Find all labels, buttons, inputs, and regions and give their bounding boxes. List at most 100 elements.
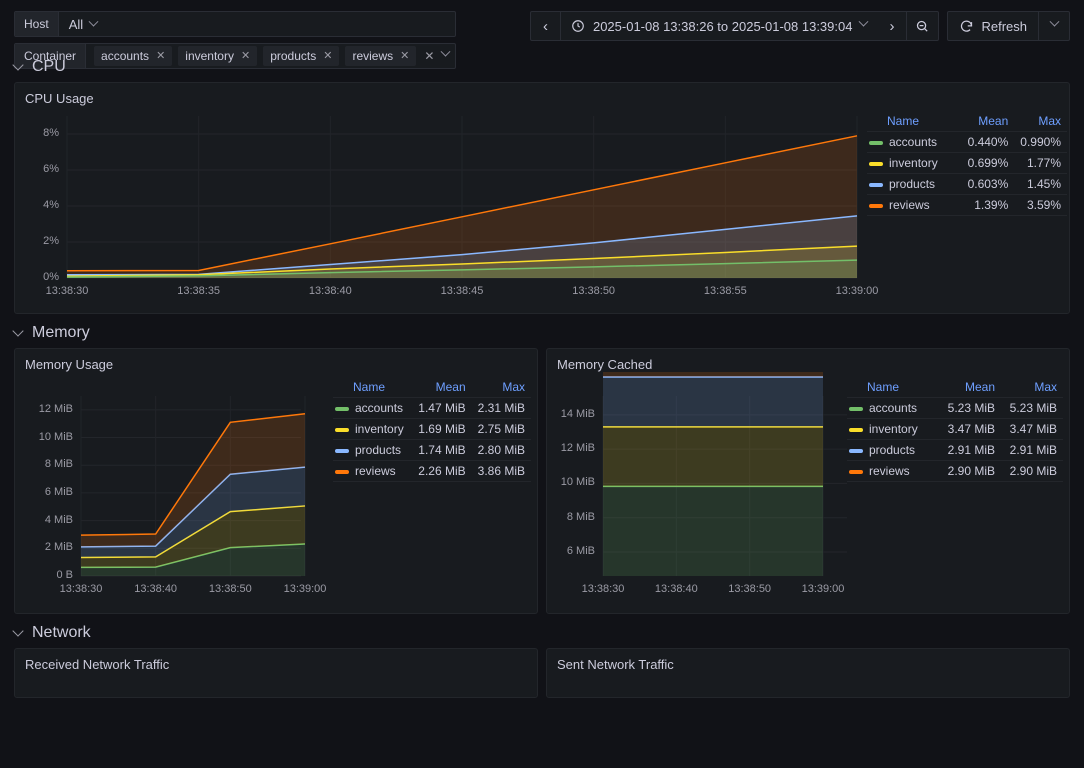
remove-icon[interactable]: ✕	[241, 50, 250, 62]
y-axis-tick-label: 8 MiB	[566, 510, 595, 523]
container-pill-label: products	[270, 49, 317, 63]
legend-color-swatch	[849, 406, 863, 411]
legend-series-name[interactable]: products	[867, 173, 959, 195]
legend-max-value: 2.75 MiB	[471, 418, 531, 440]
legend-header-max[interactable]: Max	[1001, 377, 1063, 398]
legend-row[interactable]: reviews 2.26 MiB 3.86 MiB	[333, 460, 531, 482]
legend-series-name[interactable]: inventory	[333, 418, 413, 440]
host-variable-value[interactable]: All	[59, 12, 105, 36]
host-variable-picker[interactable]: Host All	[14, 11, 457, 37]
legend-series-name[interactable]: reviews	[333, 460, 413, 482]
legend-series-name[interactable]: products	[333, 439, 413, 461]
time-range-text: 2025-01-08 13:38:26 to 2025-01-08 13:39:…	[592, 18, 853, 34]
x-axis-tick-label: 13:39:00	[801, 583, 845, 595]
memory-cached-legend[interactable]: Name Mean Max accounts 5.23 MiB 5.23 MiB inven…	[847, 377, 1063, 482]
dashboard-toolbar: Host All Container accounts ✕ inventory …	[0, 0, 1084, 69]
chevron-down-icon[interactable]	[440, 46, 451, 57]
memory-usage-legend[interactable]: Name Mean Max accounts 1.47 MiB 2.31 MiB inven…	[333, 377, 531, 482]
refresh-icon	[961, 20, 973, 32]
legend-row[interactable]: inventory 3.47 MiB 3.47 MiB	[847, 418, 1063, 440]
container-pill-products[interactable]: products ✕	[263, 46, 340, 66]
y-axis-tick-label: 12 MiB	[38, 402, 73, 415]
chevron-down-icon	[88, 16, 99, 27]
legend-header-name[interactable]: Name	[847, 377, 939, 398]
time-range-button[interactable]: 2025-01-08 13:38:26 to 2025-01-08 13:39:…	[561, 12, 878, 40]
legend-row[interactable]: reviews 2.90 MiB 2.90 MiB	[847, 460, 1063, 482]
legend-series-name[interactable]: accounts	[847, 397, 939, 419]
zoom-out-time-button[interactable]	[907, 12, 938, 40]
legend-mean-value: 0.440%	[958, 131, 1015, 153]
refresh-interval-dropdown[interactable]	[1039, 12, 1069, 40]
legend-mean-value: 1.74 MiB	[412, 439, 472, 461]
x-axis-tick-label: 13:38:35	[177, 285, 221, 297]
legend-row[interactable]: products 1.74 MiB 2.80 MiB	[333, 439, 531, 461]
container-pill-reviews[interactable]: reviews ✕	[345, 46, 417, 66]
panel-memory-usage: Memory Usage 0 B 2 MiB 4 MiB 6 MiB 8 MiB 10 M…	[14, 348, 538, 614]
legend-mean-value: 5.23 MiB	[939, 397, 1001, 419]
legend-header-mean[interactable]: Mean	[412, 377, 472, 398]
legend-row[interactable]: products 2.91 MiB 2.91 MiB	[847, 439, 1063, 461]
legend-header-mean[interactable]: Mean	[939, 377, 1001, 398]
x-axis-tick-label: 13:38:40	[134, 583, 178, 595]
legend-color-swatch	[869, 161, 883, 166]
legend-row[interactable]: accounts 5.23 MiB 5.23 MiB	[847, 397, 1063, 419]
legend-header-max[interactable]: Max	[1014, 111, 1067, 132]
time-shift-forward-button[interactable]: ›	[877, 12, 908, 40]
time-shift-back-button[interactable]: ‹	[531, 12, 561, 40]
legend-series-name[interactable]: accounts	[867, 131, 959, 153]
panel-sent-network-traffic: Sent Network Traffic	[546, 648, 1070, 698]
legend-row[interactable]: reviews 1.39% 3.59%	[867, 194, 1067, 216]
remove-icon[interactable]: ✕	[323, 50, 332, 62]
legend-row[interactable]: accounts 1.47 MiB 2.31 MiB	[333, 397, 531, 419]
legend-row[interactable]: products 0.603% 1.45%	[867, 173, 1067, 195]
container-pill-accounts[interactable]: accounts ✕	[94, 46, 173, 66]
panel-row-network: Received Network Traffic Sent Network Tr…	[0, 648, 1084, 698]
refresh-label: Refresh	[981, 18, 1027, 34]
container-pill-inventory[interactable]: inventory ✕	[178, 46, 258, 66]
legend-mean-value: 0.603%	[958, 173, 1015, 195]
refresh-button[interactable]: Refresh	[948, 12, 1039, 40]
legend-series-name[interactable]: reviews	[867, 194, 959, 216]
remove-icon[interactable]: ✕	[156, 50, 165, 62]
legend-row[interactable]: inventory 0.699% 1.77%	[867, 152, 1067, 174]
remove-icon[interactable]: ✕	[400, 50, 409, 62]
legend-header-mean[interactable]: Mean	[958, 111, 1015, 132]
legend-max-value: 1.77%	[1014, 152, 1067, 174]
x-axis-tick-label: 13:38:50	[208, 583, 252, 595]
legend-series-name[interactable]: inventory	[847, 418, 939, 440]
legend-header-name[interactable]: Name	[867, 111, 959, 132]
legend-series-name[interactable]: accounts	[333, 397, 413, 419]
legend-row[interactable]: inventory 1.69 MiB 2.75 MiB	[333, 418, 531, 440]
legend-max-value: 2.90 MiB	[1001, 460, 1063, 482]
y-axis-tick-label: 0%	[43, 271, 59, 283]
x-axis-tick-label: 13:39:00	[283, 583, 327, 595]
legend-color-swatch	[335, 406, 349, 411]
legend-mean-value: 1.39%	[958, 194, 1015, 216]
panel-title-memory-usage: Memory Usage	[25, 357, 114, 372]
legend-header-max[interactable]: Max	[471, 377, 531, 398]
legend-series-name[interactable]: inventory	[867, 152, 959, 174]
refresh-control[interactable]: Refresh	[947, 11, 1070, 41]
chevron-down-icon	[12, 325, 24, 337]
y-axis-tick-label: 14 MiB	[560, 407, 595, 420]
x-axis-tick-label: 13:38:40	[308, 285, 352, 297]
panel-row-cpu: CPU Usage 0% 2% 4% 6% 8% 13:38:30 13:38:35 13:3…	[0, 82, 1084, 314]
legend-series-name[interactable]: reviews	[847, 460, 939, 482]
legend-color-swatch	[335, 427, 349, 432]
y-axis-tick-label: 10 MiB	[38, 430, 73, 443]
section-header-network[interactable]: Network	[0, 618, 1084, 648]
series-area-inventory	[603, 426, 823, 487]
section-header-memory[interactable]: Memory	[0, 318, 1084, 348]
clear-icon[interactable]: ✕	[424, 49, 434, 63]
legend-header-name[interactable]: Name	[333, 377, 413, 398]
legend-row[interactable]: accounts 0.440% 0.990%	[867, 131, 1067, 153]
host-variable-selected: All	[68, 16, 84, 32]
cpu-usage-legend[interactable]: Name Mean Max accounts 0.440% 0.990% inventory…	[867, 111, 1067, 216]
time-range-picker[interactable]: ‹ 2025-01-08 13:38:26 to 2025-01-08 13:3…	[529, 11, 940, 41]
legend-series-name[interactable]: products	[847, 439, 939, 461]
container-clear-all[interactable]: ✕	[422, 46, 451, 63]
container-variable-picker[interactable]: Container accounts ✕ inventory ✕ product…	[14, 43, 457, 69]
host-variable-label: Host	[15, 12, 59, 36]
panel-received-network-traffic: Received Network Traffic	[14, 648, 538, 698]
y-axis-tick-label: 6 MiB	[566, 545, 595, 557]
